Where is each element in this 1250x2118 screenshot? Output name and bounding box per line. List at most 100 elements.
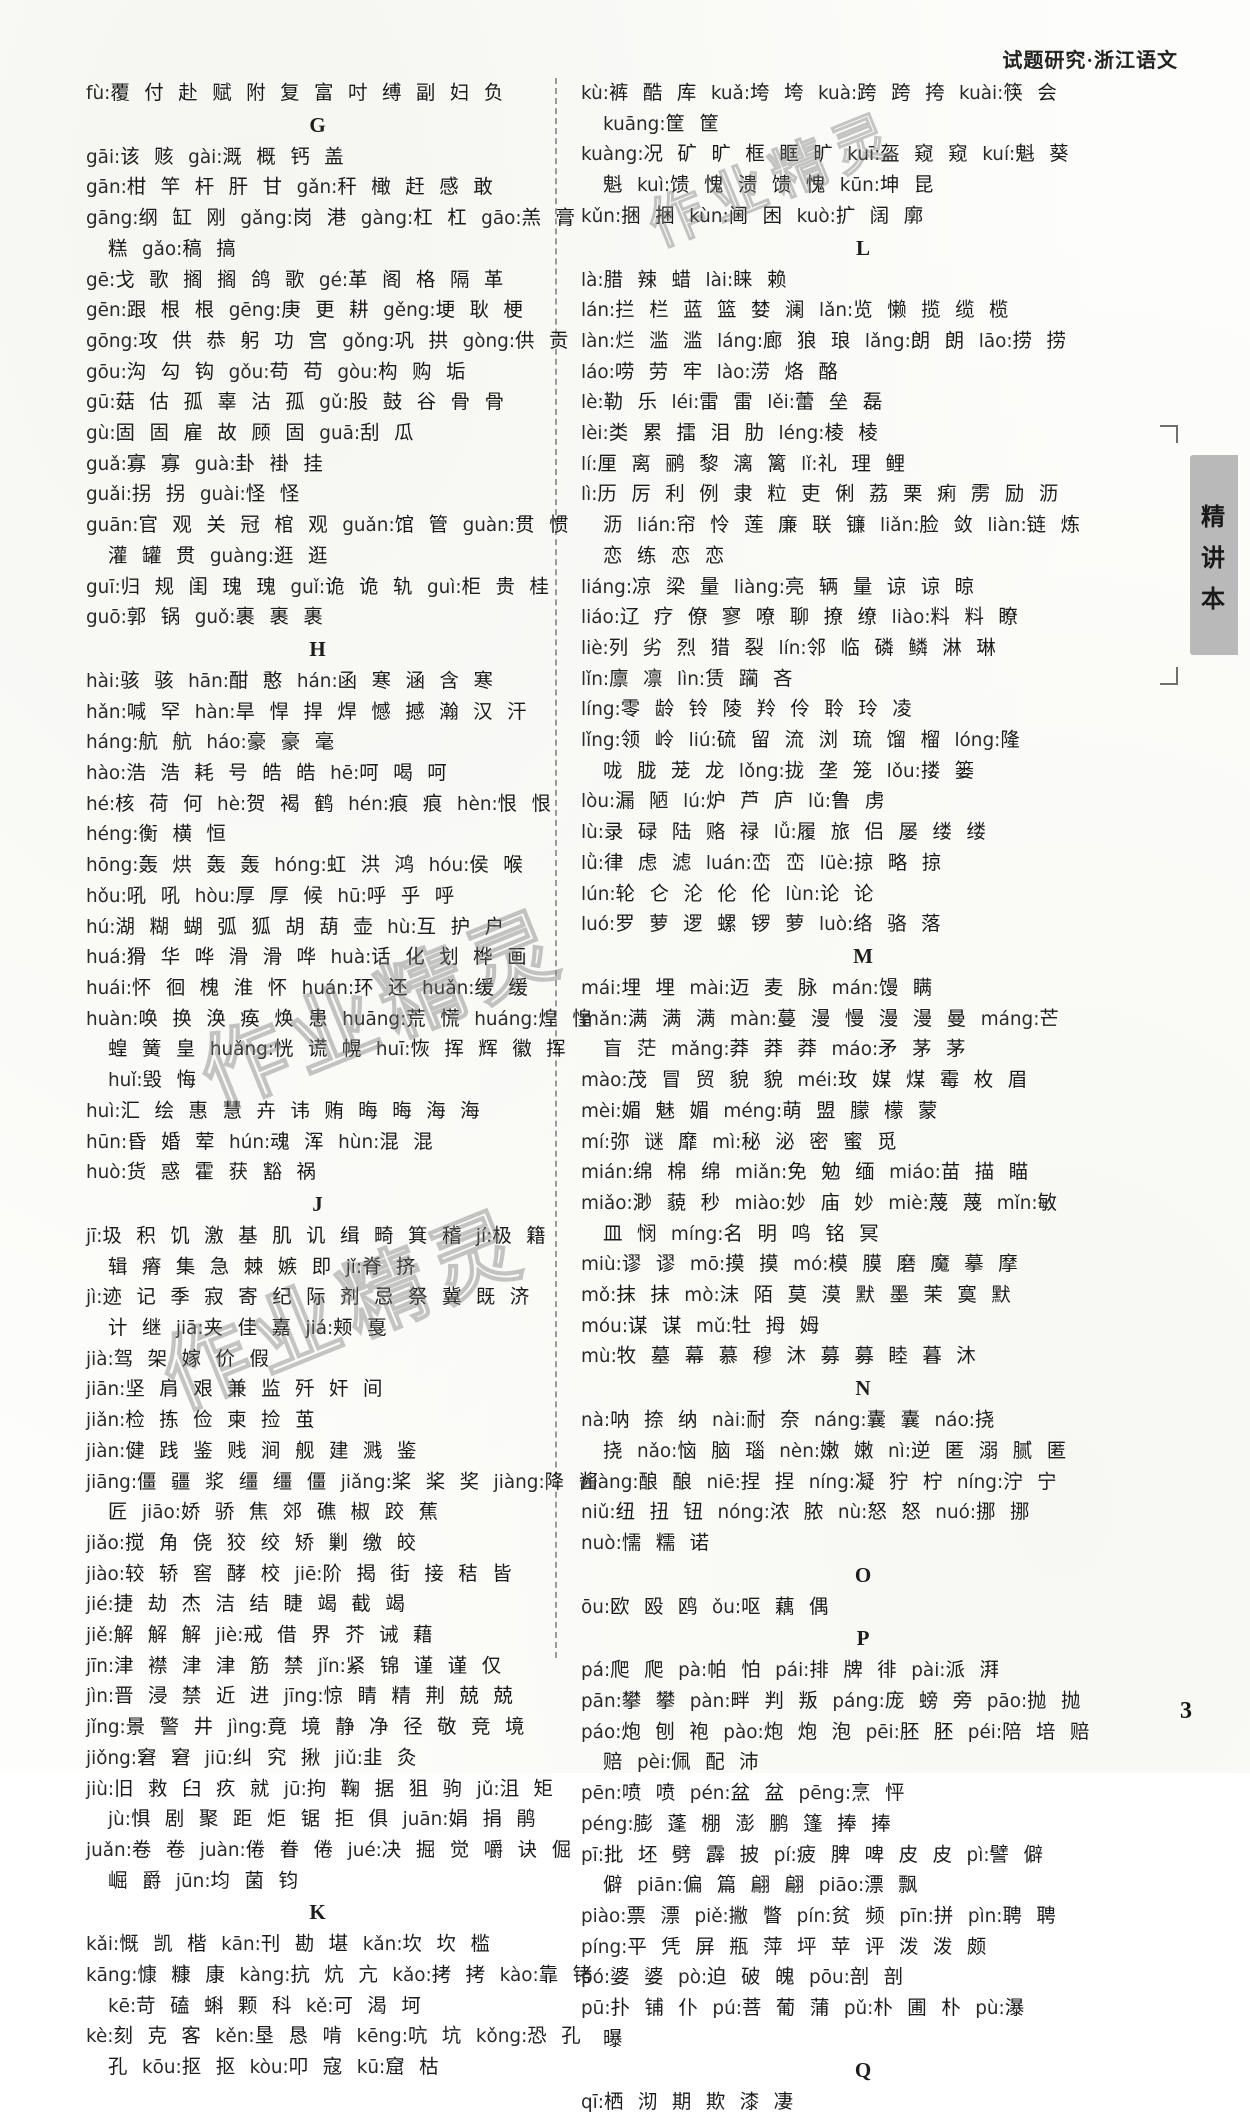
hanzi-group: 领 岭 (620, 728, 689, 752)
pinyin-label: liǎn: (880, 515, 920, 537)
pinyin-entry-line: jì:迹 记 季 寂 寄 纪 际 剂 忌 祭 冀 既 济 (86, 1282, 549, 1313)
pinyin-label: gǎo: (141, 238, 183, 260)
pinyin-label: lùn: (785, 883, 821, 905)
pinyin-label: héng: (86, 824, 139, 846)
pinyin-label: pàn: (689, 1691, 731, 1713)
hanzi-group: 盔 窥 窥 (880, 142, 983, 166)
pinyin-entry-line: niàng:酿 酿 niē:捏 捏 níng:凝 狞 柠 níng:泞 宁 (581, 1467, 1185, 1498)
hanzi-group: 垮 垮 (750, 81, 818, 104)
pinyin-label: míng: (670, 1223, 724, 1245)
hanzi-group: 礼 理 鲤 (817, 451, 910, 475)
hanzi-group: 呼 乎 呼 (366, 883, 459, 907)
pinyin-entry-line: lǐn:廪 凛 lìn:赁 躏 吝 (581, 664, 1185, 695)
pinyin-label: jiě: (86, 1625, 114, 1647)
hanzi-group: 攀 攀 (621, 1689, 690, 1713)
hanzi-group: 辽 疗 僚 寥 嘹 聊 撩 缭 (619, 605, 892, 629)
hanzi-group: 勒 乐 (603, 390, 672, 414)
pinyin-entry-line: jiě:解 解 解 jiè:戒 借 界 芥 诫 藉 (86, 1620, 549, 1651)
hanzi-group: 惊 睛 精 荆 兢 兢 (323, 1684, 517, 1708)
hanzi-group: 酿 酿 (638, 1469, 707, 1493)
pinyin-label: lǒu: (886, 760, 921, 782)
pinyin-entry-line: kuāng:筐 筐 (581, 109, 1185, 140)
hanzi-group: 核 荷 何 (115, 791, 218, 815)
pinyin-label: gòu: (337, 361, 379, 383)
hanzi-group: 函 寒 涵 含 寒 (337, 668, 498, 692)
hanzi-group: 炮 刨 袍 (621, 1719, 724, 1743)
pinyin-label: guǎ: (86, 453, 127, 475)
pinyin-label: liàn: (987, 515, 1027, 537)
pinyin-label: lí: (581, 453, 598, 475)
pinyin-label: jiǎng: (340, 1471, 392, 1493)
pinyin-label: píng: (581, 1936, 628, 1958)
pinyin-entry-line: 灌 罐 贯 guàng:逛 逛 (86, 541, 549, 572)
pinyin-label: lǚ: (773, 822, 797, 844)
hanzi-group: 窟 枯 (385, 2055, 443, 2079)
hanzi-group: 摸 摸 (725, 1252, 794, 1276)
pinyin-label: pāo: (986, 1691, 1028, 1713)
tab-char-1: 精 (1201, 504, 1227, 531)
pinyin-label: jī: (86, 1225, 103, 1247)
hanzi-group: 坤 昆 (879, 173, 938, 197)
pinyin-label: jí: (475, 1225, 493, 1247)
pinyin-label: kuài: (959, 83, 1004, 104)
hanzi-group: 晋 浸 禁 近 进 (114, 1684, 284, 1708)
hanzi-group: 寡 寡 (126, 451, 195, 475)
hanzi-group: 懦 糯 诺 (621, 1530, 714, 1554)
hanzi-group: 亮 辆 量 谅 谅 晾 (784, 574, 979, 598)
hanzi-group: 菇 估 孤 辜 沽 孤 (115, 390, 320, 414)
pinyin-entry-line: 曝 (581, 2024, 1185, 2055)
pinyin-label: pà: (678, 1660, 708, 1682)
pinyin-entry-line: guǎi:拐 拐 guài:怪 怪 (86, 479, 549, 510)
pinyin-entry-line: kāng:慷 糠 康 kàng:抗 炕 亢 kǎo:拷 拷 kào:靠 铐 (86, 1960, 592, 1991)
hanzi-group: 魂 浑 (270, 1129, 339, 1153)
hanzi-group: 坚 肩 艰 兼 监 歼 奸 间 (125, 1377, 387, 1401)
pinyin-label: hún: (229, 1131, 271, 1153)
hanzi-group: 睐 赖 (733, 267, 791, 291)
pinyin-label: jiǒng: (86, 1747, 137, 1769)
hanzi-group: 匠 (108, 1500, 142, 1524)
hanzi-group: 卦 褂 挂 (235, 451, 328, 475)
hanzi-group: 抛 抛 (1027, 1689, 1085, 1713)
pinyin-entry-line: 盲 茫 mǎng:莽 莽 莽 máo:矛 茅 茅 (581, 1034, 1185, 1065)
hanzi-group: 苛 磕 蝌 颗 科 (136, 1993, 306, 2017)
pinyin-label: jué: (347, 1839, 382, 1861)
hanzi-group: 腊 辣 蜡 (603, 267, 706, 291)
pinyin-label: guài: (199, 484, 246, 506)
pinyin-label: pèi: (636, 1752, 672, 1774)
hanzi-group: 凝 狞 柠 (854, 1469, 957, 1493)
pinyin-label: kuí: (982, 144, 1016, 166)
hanzi-group: 零 龄 铃 陵 羚 伶 聆 玲 凌 (620, 697, 916, 721)
pinyin-entry-line: 蝗 簧 皇 huǎng:恍 谎 幌 huī:恢 挥 辉 徽 挥 (86, 1034, 566, 1065)
pinyin-label: lèi: (581, 423, 609, 445)
hanzi-group: 娇 骄 焦 郊 礁 椒 跤 蕉 (180, 1500, 443, 1524)
pinyin-label: kàng: (239, 1965, 291, 1987)
pinyin-label: jiē: (294, 1563, 323, 1585)
hanzi-group: 怒 怒 (867, 1500, 936, 1524)
hanzi-group: 漂 飘 (864, 1873, 922, 1897)
pinyin-label: mù: (581, 1346, 617, 1368)
pinyin-entry-line: huò:货 惑 霍 获 豁 祸 (86, 1157, 549, 1188)
hanzi-group: 货 惑 霍 获 豁 祸 (126, 1160, 321, 1184)
hanzi-group: 料 料 瞭 (930, 605, 1023, 629)
pinyin-entry-line: huá:猾 华 哗 滑 滑 哗 huà:话 化 划 桦 画 (86, 942, 549, 973)
hanzi-group: 旱 悍 捍 焊 憾 撼 瀚 汉 汗 (235, 699, 531, 723)
pinyin-entry-line: lù:录 碌 陆 赂 禄 lǚ:履 旅 侣 屡 缕 缕 (581, 817, 1185, 848)
pinyin-entry-line: láo:唠 劳 牢 lào:涝 烙 酪 (581, 357, 1185, 388)
hanzi-group: 胚 胚 (899, 1719, 968, 1743)
pinyin-label: kuì: (636, 175, 671, 197)
pinyin-entry-line: 挠 nǎo:恼 脑 瑙 nèn:嫩 嫩 nì:逆 匿 溺 腻 匿 (581, 1436, 1185, 1467)
pinyin-label: qī: (581, 2092, 604, 2114)
hanzi-group: 裹 裹 裹 (235, 605, 327, 629)
pinyin-entry-line: jù:惧 剧 聚 距 炬 锯 拒 俱 juān:娟 捐 鹃 (86, 1804, 549, 1835)
hanzi-group: 牧 墓 幕 慕 穆 沐 募 募 睦 暮 沐 (616, 1344, 980, 1368)
hanzi-group: 苟 苟 (269, 359, 338, 383)
pinyin-entry-line: 孔 kōu:抠 抠 kòu:叩 寇 kū:窟 枯 (86, 2052, 549, 2083)
pinyin-label: gǒu: (228, 361, 270, 383)
hanzi-group: 弥 谜 靡 (610, 1129, 713, 1153)
hanzi-group: 蕾 垒 磊 (794, 390, 887, 414)
pinyin-entry-line: 咙 胧 茏 龙 lǒng:拢 垄 笼 lǒu:搂 篓 (581, 756, 1185, 787)
pinyin-entry-line: guǎ:寡 寡 guà:卦 褂 挂 (86, 449, 549, 480)
pinyin-label: lián: (636, 515, 677, 537)
pinyin-label: guà: (194, 453, 236, 475)
hanzi-group: 馆 管 (394, 513, 463, 537)
